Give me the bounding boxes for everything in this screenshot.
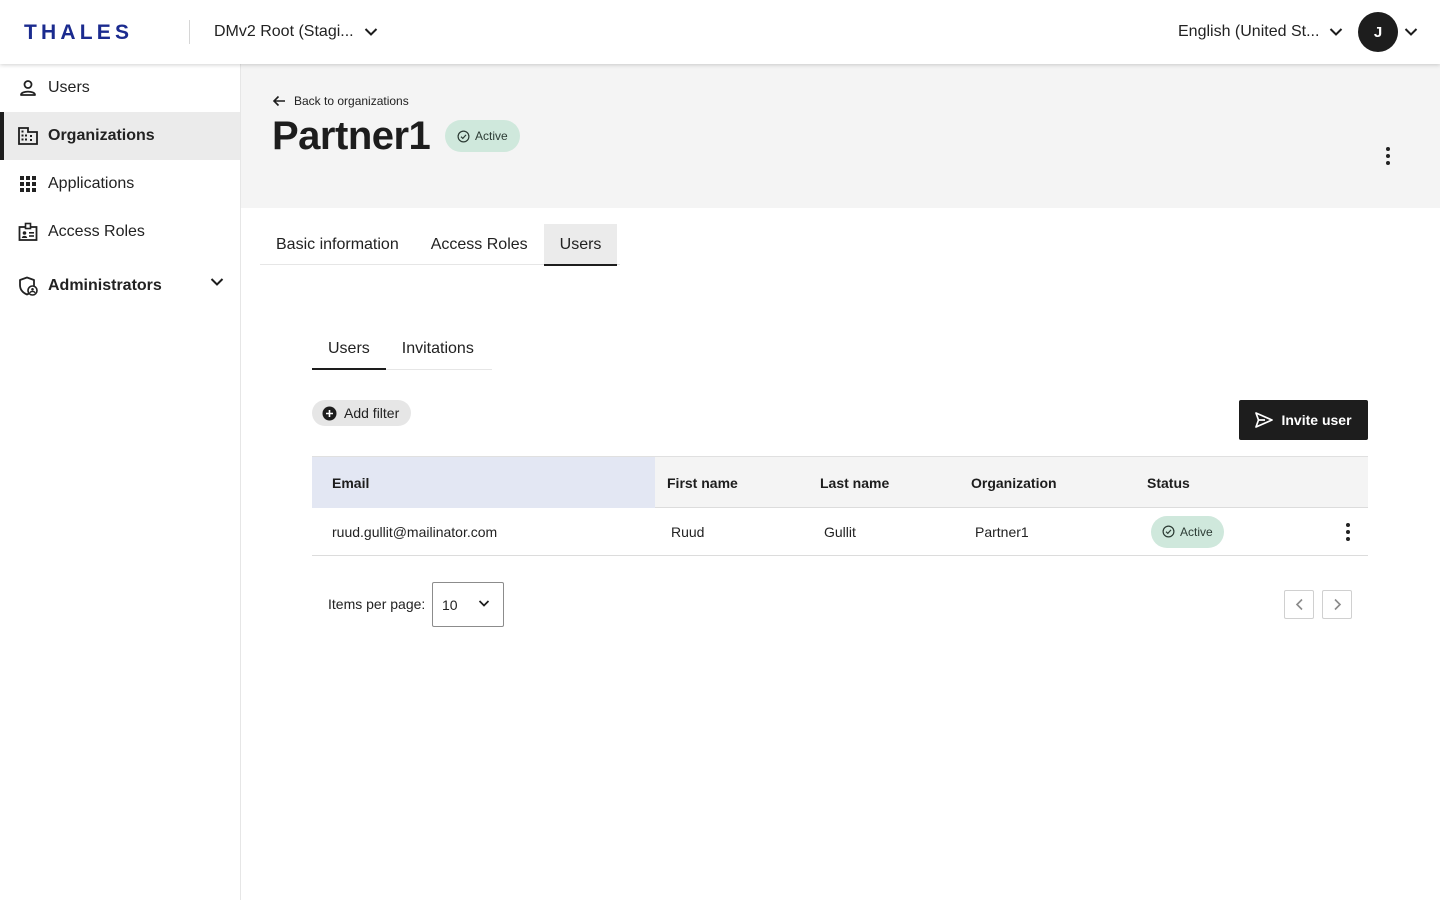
add-filter-label: Add filter [344, 405, 400, 421]
column-header-status[interactable]: Status [1147, 457, 1190, 508]
table-header: Email First name Last name Organization … [312, 456, 1368, 508]
check-circle-icon [1162, 525, 1175, 538]
badge-icon [18, 222, 38, 242]
sidebar-item-applications[interactable]: Applications [0, 160, 240, 208]
send-icon [1255, 412, 1274, 428]
language-select[interactable]: English (United St... [1178, 20, 1343, 44]
language-label: English (United St... [1178, 23, 1320, 40]
sidebar-item-access-roles[interactable]: Access Roles [0, 208, 240, 256]
status-badge-label: Active [1180, 524, 1213, 539]
chevron-left-icon [1295, 598, 1303, 611]
sidebar-item-users[interactable]: Users [0, 64, 240, 112]
top-bar: THALES DMv2 Root (Stagi... English (Unit… [0, 0, 1440, 64]
chevron-down-icon [364, 28, 377, 36]
sidebar-item-label: Applications [48, 175, 135, 192]
thales-logo[interactable]: THALES [24, 22, 164, 42]
cell-organization: Partner1 [975, 523, 1029, 540]
chevron-down-icon [478, 600, 490, 607]
column-header-organization[interactable]: Organization [971, 457, 1057, 508]
tab-basic-information[interactable]: Basic information [260, 224, 415, 265]
page-title: Partner1 [272, 114, 431, 158]
sub-tabs: Users Invitations [312, 328, 492, 370]
status-badge-label: Active [475, 129, 508, 143]
main-tabs: Basic information Access Roles Users [260, 224, 620, 266]
sidebar-item-administrators[interactable]: Administrators [0, 262, 240, 310]
person-icon [18, 78, 38, 98]
sidebar: Users Organizations Applications Access … [0, 64, 241, 900]
chevron-down-icon[interactable] [210, 277, 224, 287]
sidebar-item-label: Organizations [48, 127, 155, 144]
header-divider [189, 20, 190, 44]
cell-last-name: Gullit [824, 523, 856, 540]
subtab-invitations[interactable]: Invitations [386, 328, 490, 369]
status-badge: Active [445, 120, 520, 152]
next-page-button[interactable] [1322, 590, 1352, 619]
status-badge: Active [1151, 515, 1224, 548]
sidebar-item-label: Access Roles [48, 223, 145, 240]
add-filter-button[interactable]: Add filter [312, 400, 412, 426]
back-link[interactable]: Back to organizations [272, 94, 409, 108]
column-header-email[interactable]: Email [312, 457, 655, 508]
sidebar-item-organizations[interactable]: Organizations [0, 112, 240, 160]
check-circle-icon [457, 129, 470, 143]
items-per-page-label: Items per page: [328, 596, 426, 612]
cell-status: Active [1151, 508, 1224, 555]
cell-email: ruud.gullit@mailinator.com [332, 523, 498, 540]
back-link-label: Back to organizations [294, 94, 409, 108]
chevron-down-icon [1330, 28, 1343, 36]
page-more-menu-icon[interactable] [1378, 144, 1398, 168]
plus-circle-icon [322, 406, 337, 420]
chevron-right-icon [1333, 598, 1341, 611]
table-row[interactable]: ruud.gullit@mailinator.com Ruud Gullit P… [312, 508, 1368, 556]
chevron-down-icon [1404, 28, 1418, 36]
items-per-page-select[interactable]: 10 [432, 582, 504, 627]
column-header-last-name[interactable]: Last name [820, 457, 889, 508]
shield-person-icon [18, 276, 38, 296]
org-switcher[interactable]: DMv2 Root (Stagi... [214, 20, 378, 44]
building-icon [18, 126, 38, 146]
sidebar-item-label: Users [48, 79, 90, 96]
previous-page-button[interactable] [1284, 590, 1314, 619]
subtab-users[interactable]: Users [312, 328, 386, 370]
arrow-left-icon [272, 95, 285, 107]
invite-user-label: Invite user [1281, 412, 1352, 428]
cell-first-name: Ruud [671, 523, 705, 540]
sidebar-item-label: Administrators [48, 277, 162, 294]
column-header-first-name[interactable]: First name [667, 457, 738, 508]
tab-users[interactable]: Users [543, 224, 618, 266]
tab-access-roles[interactable]: Access Roles [415, 224, 544, 265]
apps-grid-icon [18, 174, 38, 194]
users-table: Email First name Last name Organization … [312, 456, 1368, 556]
org-switcher-label: DMv2 Root (Stagi... [214, 23, 354, 40]
invite-user-button[interactable]: Invite user [1239, 400, 1368, 440]
user-menu[interactable]: J [1358, 12, 1418, 52]
avatar[interactable]: J [1358, 12, 1398, 52]
logo-text: THALES [24, 22, 133, 42]
items-per-page-value: 10 [442, 596, 458, 613]
row-more-menu-icon[interactable] [1338, 520, 1358, 544]
page-header: Back to organizations Partner1 Active [241, 64, 1440, 208]
